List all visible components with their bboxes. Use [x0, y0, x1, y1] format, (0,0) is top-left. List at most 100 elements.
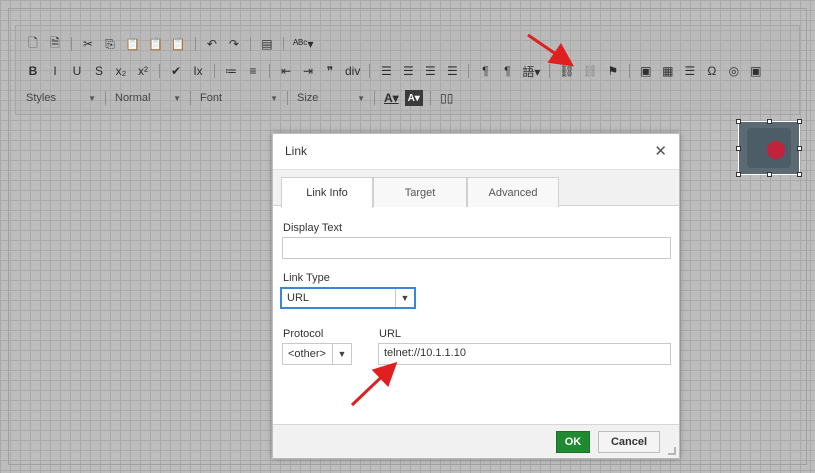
styles-combo[interactable]: Styles ▼ [24, 90, 98, 106]
selected-image-object[interactable] [736, 119, 802, 177]
underline-icon[interactable]: U [68, 63, 86, 79]
template-icon[interactable]: 🗎 [46, 36, 64, 52]
protocol-label: Protocol [283, 328, 324, 340]
div-icon[interactable]: div [343, 63, 362, 79]
blockquote-icon[interactable]: ❞ [321, 63, 339, 79]
image-icon[interactable]: ▣ [637, 63, 655, 79]
text-color-icon[interactable]: A▾ [382, 90, 401, 106]
copy-icon[interactable]: ⎘ [101, 36, 119, 52]
resize-grip-icon[interactable] [668, 447, 676, 455]
link-dialog: Link ✕ Link Info Target Advanced Display… [272, 133, 680, 459]
chevron-down-icon: ▼ [270, 93, 278, 103]
justify-icon[interactable]: ☰ [443, 63, 461, 79]
protocol-value: <other> [288, 348, 326, 360]
link-type-select[interactable]: URL ▼ [280, 287, 416, 309]
new-page-icon[interactable]: 🗋 [24, 36, 42, 52]
toolbar-row-2: B I U Sx₂ x² ✔ Ix ≔ ≡ ⇤ ⇥ ❞ div ☰ ☰ ☰ ☰ ¶ ¶ 語▾ ⛓ ⛓ ⚑ ▣ ▦ ☰ Ω ◎ ▣ [24, 61, 765, 81]
background-color-icon[interactable]: A▾ [404, 90, 423, 106]
chevron-down-icon: ▼ [357, 93, 365, 103]
separator [71, 37, 72, 51]
decrease-indent-icon[interactable]: ⇤ [277, 63, 295, 79]
display-text-field[interactable] [282, 237, 671, 259]
cut-icon[interactable]: ✂ [79, 36, 97, 52]
image2-icon[interactable]: ▣ [747, 63, 765, 79]
separator [214, 64, 215, 78]
resize-handle[interactable] [767, 119, 772, 124]
toolbar-row-1: 🗋 🗎 ✂ ⎘ 📋 📋 📋 ↶ ↷ ▤ ᴬᴮᶜ▾ [24, 34, 316, 54]
redo-icon[interactable]: ↷ [225, 36, 243, 52]
link-type-value: URL [287, 292, 310, 304]
superscript-icon[interactable]: x² [134, 63, 152, 79]
spellcheck-icon[interactable]: ᴬᴮᶜ▾ [291, 36, 316, 52]
remove-format-icon[interactable]: Ix [189, 63, 207, 79]
numbered-list-icon[interactable]: ≔ [222, 63, 240, 79]
editor-toolbar: 🗋 🗎 ✂ ⎘ 📋 📋 📋 ↶ ↷ ▤ ᴬᴮᶜ▾ B I U Sx₂ x² ✔ Ix ≔ ≡ ⇤ ⇥ ❞ div ☰ ☰ ☰ ☰ ¶ ¶… [15, 25, 800, 115]
find-icon[interactable]: ▤ [258, 36, 276, 52]
italic-icon[interactable]: I [46, 63, 64, 79]
separator [269, 64, 270, 78]
paste-icon[interactable]: 📋 [123, 36, 142, 52]
separator [282, 37, 284, 51]
ok-button[interactable]: OK [556, 431, 590, 453]
dialog-tabs: Link Info Target Advanced [273, 169, 679, 208]
special-char-icon[interactable]: Ω [703, 63, 721, 79]
show-blocks-icon[interactable]: ▯▯ [438, 90, 456, 106]
undo-icon[interactable]: ↶ [203, 36, 221, 52]
horizontal-rule-icon[interactable]: ☰ [681, 63, 699, 79]
increase-indent-icon[interactable]: ⇥ [299, 63, 317, 79]
unlink-icon[interactable]: ⛓ [581, 63, 600, 79]
table-icon[interactable]: ▦ [659, 63, 677, 79]
tab-target[interactable]: Target [373, 177, 467, 207]
separator [369, 64, 371, 78]
resize-handle[interactable] [797, 172, 802, 177]
iframe-icon[interactable]: ◎ [725, 63, 743, 79]
separator [429, 91, 431, 105]
protocol-select[interactable]: <other> ▼ [282, 343, 352, 365]
font-combo[interactable]: Font ▼ [198, 90, 280, 106]
separator [105, 91, 106, 105]
separator [549, 64, 551, 78]
chevron-down-icon: ▼ [88, 93, 96, 103]
display-text-label: Display Text [283, 222, 343, 234]
cancel-button[interactable]: Cancel [598, 431, 660, 453]
bulleted-list-icon[interactable]: ≡ [244, 63, 262, 79]
align-right-icon[interactable]: ☰ [421, 63, 439, 79]
paste-word-icon[interactable]: 📋 [169, 36, 188, 52]
paste-text-icon[interactable]: 📋 [146, 36, 165, 52]
copy-formatting-icon[interactable]: ✔ [167, 63, 185, 79]
image-content [747, 128, 791, 168]
link-icon[interactable]: ⛓ [557, 63, 576, 79]
chevron-down-icon: ▼ [332, 344, 351, 364]
strikethrough-icon[interactable]: S [90, 63, 108, 79]
separator [374, 91, 375, 105]
chevron-down-icon: ▼ [173, 93, 181, 103]
subscript-icon[interactable]: x₂ [112, 63, 130, 79]
tab-link-info[interactable]: Link Info [281, 177, 373, 208]
tab-advanced[interactable]: Advanced [467, 177, 559, 207]
size-combo[interactable]: Size ▼ [295, 90, 367, 106]
ltr-icon[interactable]: ¶ [476, 63, 494, 79]
language-icon[interactable]: 語▾ [520, 63, 542, 79]
resize-handle[interactable] [797, 146, 802, 151]
resize-handle[interactable] [736, 172, 741, 177]
resize-handle[interactable] [736, 146, 741, 151]
resize-handle[interactable] [736, 119, 741, 124]
bold-icon[interactable]: B [24, 63, 42, 79]
url-label: URL [379, 328, 402, 340]
dialog-footer: OK Cancel [273, 424, 679, 458]
align-left-icon[interactable]: ☰ [377, 63, 395, 79]
separator [194, 37, 196, 51]
resize-handle[interactable] [767, 172, 772, 177]
url-field[interactable]: telnet://10.1.1.10 [378, 343, 671, 365]
chevron-down-icon: ▼ [395, 289, 414, 307]
close-icon[interactable]: ✕ [654, 142, 667, 160]
link-type-label: Link Type [283, 272, 330, 284]
align-center-icon[interactable]: ☰ [399, 63, 417, 79]
anchor-icon[interactable]: ⚑ [604, 63, 622, 79]
rtl-icon[interactable]: ¶ [498, 63, 516, 79]
separator [287, 91, 288, 105]
resize-handle[interactable] [797, 119, 802, 124]
format-combo[interactable]: Normal ▼ [113, 90, 183, 106]
separator [159, 64, 160, 78]
separator [468, 64, 470, 78]
